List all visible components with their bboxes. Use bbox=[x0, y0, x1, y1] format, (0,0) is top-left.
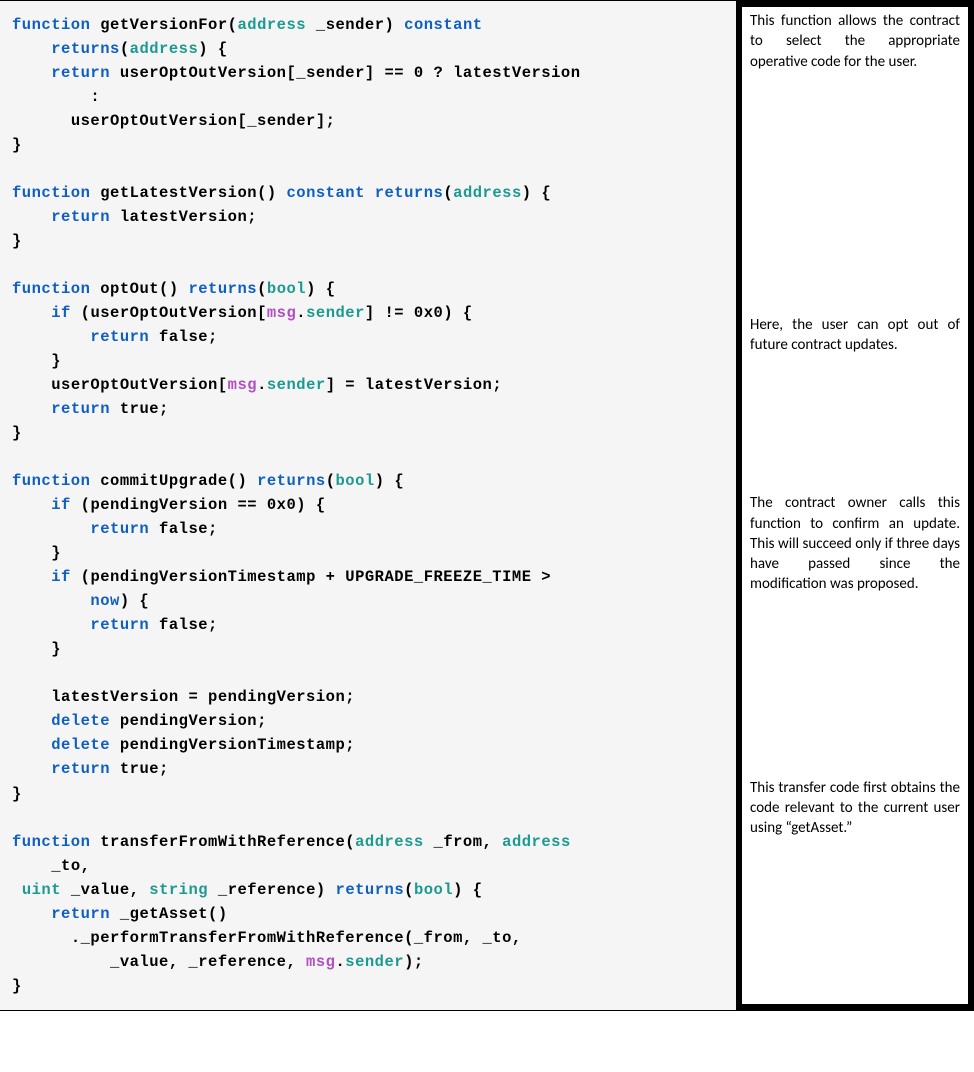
type-address: address bbox=[130, 40, 199, 58]
false-literal: false; bbox=[159, 520, 218, 538]
fn-commitUpgrade-name: commitUpgrade bbox=[100, 472, 227, 490]
type-bool: bool bbox=[267, 280, 306, 298]
param-sender: _sender bbox=[316, 16, 385, 34]
fn4-if1: (pendingVersion == 0x0) { bbox=[81, 496, 326, 514]
fn4-del2: pendingVersionTimestamp; bbox=[120, 736, 355, 754]
false-literal: false; bbox=[159, 328, 218, 346]
kw-return: return bbox=[51, 208, 110, 226]
annotation-4: This transfer code first obtains the cod… bbox=[742, 774, 968, 843]
kw-constant: constant bbox=[404, 16, 482, 34]
fn3-if-a: (userOptOutVersion[ bbox=[81, 304, 267, 322]
type-string: string bbox=[149, 881, 208, 899]
kw-if: if bbox=[51, 496, 71, 514]
fn5-body-b: ._performTransferFromWithReference(_from… bbox=[71, 929, 522, 947]
kw-constant: constant bbox=[286, 184, 364, 202]
kw-function: function bbox=[12, 16, 90, 34]
kw-return: return bbox=[51, 64, 110, 82]
sender: sender bbox=[306, 304, 365, 322]
fn4-assign: latestVersion = pendingVersion; bbox=[51, 688, 355, 706]
fn4-del1: pendingVersion; bbox=[120, 712, 267, 730]
fn3-assign-a: userOptOutVersion[ bbox=[51, 376, 227, 394]
fn5-body-c: _value, _reference, bbox=[110, 953, 306, 971]
sender: sender bbox=[345, 953, 404, 971]
figure-container: function getVersionFor(address _sender) … bbox=[0, 0, 974, 1011]
type-bool: bool bbox=[414, 881, 453, 899]
kw-returns: returns bbox=[375, 184, 444, 202]
msg: msg bbox=[267, 304, 296, 322]
fn5-body-a: _getAsset() bbox=[120, 905, 228, 923]
type-address: address bbox=[453, 184, 522, 202]
type-address: address bbox=[237, 16, 306, 34]
fn1-body-colon: : bbox=[90, 88, 100, 106]
code-pane: function getVersionFor(address _sender) … bbox=[0, 1, 736, 1010]
msg: msg bbox=[306, 953, 335, 971]
kw-returns: returns bbox=[257, 472, 326, 490]
type-bool: bool bbox=[336, 472, 375, 490]
param-value: _value bbox=[71, 881, 130, 899]
type-address: address bbox=[355, 833, 424, 851]
spacer bbox=[742, 359, 968, 489]
kw-return: return bbox=[90, 616, 149, 634]
fn1-body-a: userOptOutVersion[_sender] == 0 ? latest… bbox=[120, 64, 581, 82]
kw-function: function bbox=[12, 833, 90, 851]
fn3-assign-b: ] = latestVersion; bbox=[326, 376, 502, 394]
type-address: address bbox=[502, 833, 571, 851]
fn-getVersionFor-name: getVersionFor bbox=[100, 16, 227, 34]
kw-return: return bbox=[51, 905, 110, 923]
kw-function: function bbox=[12, 280, 90, 298]
fn1-body-b: userOptOutVersion[_sender]; bbox=[71, 112, 336, 130]
annotation-pane: This function allows the contract to sel… bbox=[736, 1, 974, 1010]
false-literal: false; bbox=[159, 616, 218, 634]
kw-return: return bbox=[90, 328, 149, 346]
msg: msg bbox=[228, 376, 257, 394]
fn3-if-b: ] != 0x0) { bbox=[365, 304, 473, 322]
param-to: _to bbox=[51, 857, 80, 875]
kw-now: now bbox=[90, 592, 119, 610]
fn-getLatestVersion-name: getLatestVersion bbox=[100, 184, 257, 202]
fn5-body-d: ); bbox=[404, 953, 424, 971]
kw-delete: delete bbox=[51, 736, 110, 754]
kw-return: return bbox=[51, 400, 110, 418]
fn2-body: latestVersion; bbox=[120, 208, 257, 226]
fn-optOut-name: optOut bbox=[100, 280, 159, 298]
fn4-if2a: (pendingVersionTimestamp + UPGRADE_FREEZ… bbox=[81, 568, 551, 586]
kw-returns: returns bbox=[188, 280, 257, 298]
annotation-2: Here, the user can opt out of future con… bbox=[742, 311, 968, 360]
fn4-if2b: ) { bbox=[120, 592, 149, 610]
spacer bbox=[742, 76, 968, 311]
kw-returns: returns bbox=[51, 40, 120, 58]
kw-returns: returns bbox=[336, 881, 405, 899]
kw-return: return bbox=[90, 520, 149, 538]
kw-delete: delete bbox=[51, 712, 110, 730]
annotation-1: This function allows the contract to sel… bbox=[742, 7, 968, 76]
fn-transferFromWithReference-name: transferFromWithReference bbox=[100, 833, 345, 851]
kw-return: return bbox=[51, 760, 110, 778]
param-reference: _reference bbox=[218, 881, 316, 899]
kw-if: if bbox=[51, 568, 71, 586]
type-uint: uint bbox=[22, 881, 61, 899]
kw-function: function bbox=[12, 184, 90, 202]
true-literal: true; bbox=[120, 400, 169, 418]
annotation-3: The contract owner calls this function t… bbox=[742, 489, 968, 598]
true-literal: true; bbox=[120, 760, 169, 778]
spacer bbox=[742, 599, 968, 774]
kw-if: if bbox=[51, 304, 71, 322]
kw-function: function bbox=[12, 472, 90, 490]
param-from: _from bbox=[434, 833, 483, 851]
sender: sender bbox=[267, 376, 326, 394]
